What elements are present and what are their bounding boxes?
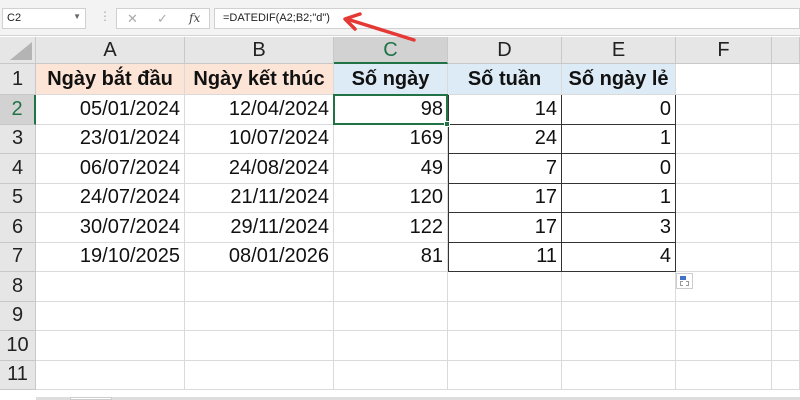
cell[interactable]	[772, 272, 800, 302]
header-cell[interactable]: Số tuần	[448, 64, 562, 95]
cell[interactable]	[334, 301, 448, 331]
data-cell[interactable]: 06/07/2024	[36, 154, 185, 184]
data-cell[interactable]: 30/07/2024	[36, 213, 185, 243]
cell[interactable]	[772, 331, 800, 361]
cell[interactable]	[36, 331, 185, 361]
cell[interactable]	[448, 360, 562, 390]
data-cell[interactable]: 10/07/2024	[185, 124, 334, 154]
data-cell[interactable]: 7	[448, 154, 562, 184]
data-cell[interactable]: 3	[562, 213, 676, 243]
data-cell[interactable]: 1	[562, 124, 676, 154]
data-cell[interactable]: 169	[334, 124, 448, 154]
row-header-10[interactable]: 10	[0, 331, 36, 361]
data-cell[interactable]: 24	[448, 124, 562, 154]
cell[interactable]	[562, 360, 676, 390]
cell[interactable]	[448, 301, 562, 331]
cell[interactable]	[36, 272, 185, 302]
cell[interactable]	[676, 124, 772, 154]
cell[interactable]	[36, 301, 185, 331]
header-cell[interactable]: Số ngày	[334, 64, 448, 95]
cell[interactable]	[772, 213, 800, 243]
cell[interactable]	[772, 64, 800, 95]
paste-options-icon[interactable]	[676, 273, 693, 289]
data-cell[interactable]: 4	[562, 242, 676, 272]
cell[interactable]	[676, 95, 772, 125]
cell[interactable]	[676, 64, 772, 95]
cell[interactable]	[772, 154, 800, 184]
header-cell[interactable]: Ngày bắt đầu	[36, 64, 185, 95]
cell[interactable]	[676, 331, 772, 361]
cell[interactable]	[562, 272, 676, 302]
row-header-9[interactable]: 9	[0, 301, 36, 331]
data-cell[interactable]: 0	[562, 154, 676, 184]
data-cell[interactable]: 14	[448, 95, 562, 125]
fill-handle[interactable]	[444, 120, 450, 127]
cell[interactable]	[676, 183, 772, 213]
data-cell[interactable]: 17	[448, 213, 562, 243]
data-cell[interactable]: 0	[562, 95, 676, 125]
row-header-4[interactable]: 4	[0, 154, 36, 184]
cell[interactable]	[772, 183, 800, 213]
cell[interactable]	[562, 301, 676, 331]
cell[interactable]	[36, 360, 185, 390]
cell[interactable]	[185, 360, 334, 390]
cell[interactable]	[185, 301, 334, 331]
red-arrow-annotation	[343, 12, 416, 42]
row-header-11[interactable]: 11	[0, 360, 36, 390]
row-header-7[interactable]: 7	[0, 242, 36, 272]
data-cell[interactable]: 19/10/2025	[36, 242, 185, 272]
row-header-8[interactable]: 8	[0, 272, 36, 302]
cell[interactable]	[772, 360, 800, 390]
cell[interactable]	[772, 95, 800, 125]
data-cell[interactable]: 23/01/2024	[36, 124, 185, 154]
cell[interactable]	[562, 331, 676, 361]
row-header-3[interactable]: 3	[0, 124, 36, 154]
data-cell[interactable]: 24/07/2024	[36, 183, 185, 213]
data-cell[interactable]: 49	[334, 154, 448, 184]
row-header-1[interactable]: 1	[0, 64, 36, 95]
data-cell[interactable]: 17	[448, 183, 562, 213]
cell[interactable]	[448, 331, 562, 361]
cell[interactable]	[676, 301, 772, 331]
data-cell[interactable]: 21/11/2024	[185, 183, 334, 213]
cell[interactable]	[334, 331, 448, 361]
data-cell[interactable]: 120	[334, 183, 448, 213]
data-cell[interactable]: 12/04/2024	[185, 95, 334, 125]
data-cell[interactable]: 81	[334, 242, 448, 272]
data-cell[interactable]: 08/01/2026	[185, 242, 334, 272]
cell[interactable]	[185, 331, 334, 361]
data-cell[interactable]: 1	[562, 183, 676, 213]
data-cell[interactable]: 05/01/2024	[36, 95, 185, 125]
cell[interactable]	[772, 242, 800, 272]
cell[interactable]	[676, 154, 772, 184]
cell[interactable]	[448, 272, 562, 302]
header-cell[interactable]: Số ngày lẻ	[562, 64, 676, 95]
row-header-5[interactable]: 5	[0, 183, 36, 213]
data-cell[interactable]: 122	[334, 213, 448, 243]
cell[interactable]	[676, 360, 772, 390]
header-cell[interactable]: Ngày kết thúc	[185, 64, 334, 95]
cell[interactable]	[676, 213, 772, 243]
data-cell[interactable]: 24/08/2024	[185, 154, 334, 184]
data-cell[interactable]: 29/11/2024	[185, 213, 334, 243]
cell[interactable]	[772, 124, 800, 154]
row-header-6[interactable]: 6	[0, 213, 36, 243]
data-cell[interactable]: 98	[334, 95, 448, 125]
row-header-2[interactable]: 2	[0, 95, 36, 125]
cell[interactable]	[185, 272, 334, 302]
cell[interactable]	[334, 360, 448, 390]
cell[interactable]	[334, 272, 448, 302]
cell[interactable]	[676, 242, 772, 272]
data-cell[interactable]: 11	[448, 242, 562, 272]
cell[interactable]	[772, 301, 800, 331]
